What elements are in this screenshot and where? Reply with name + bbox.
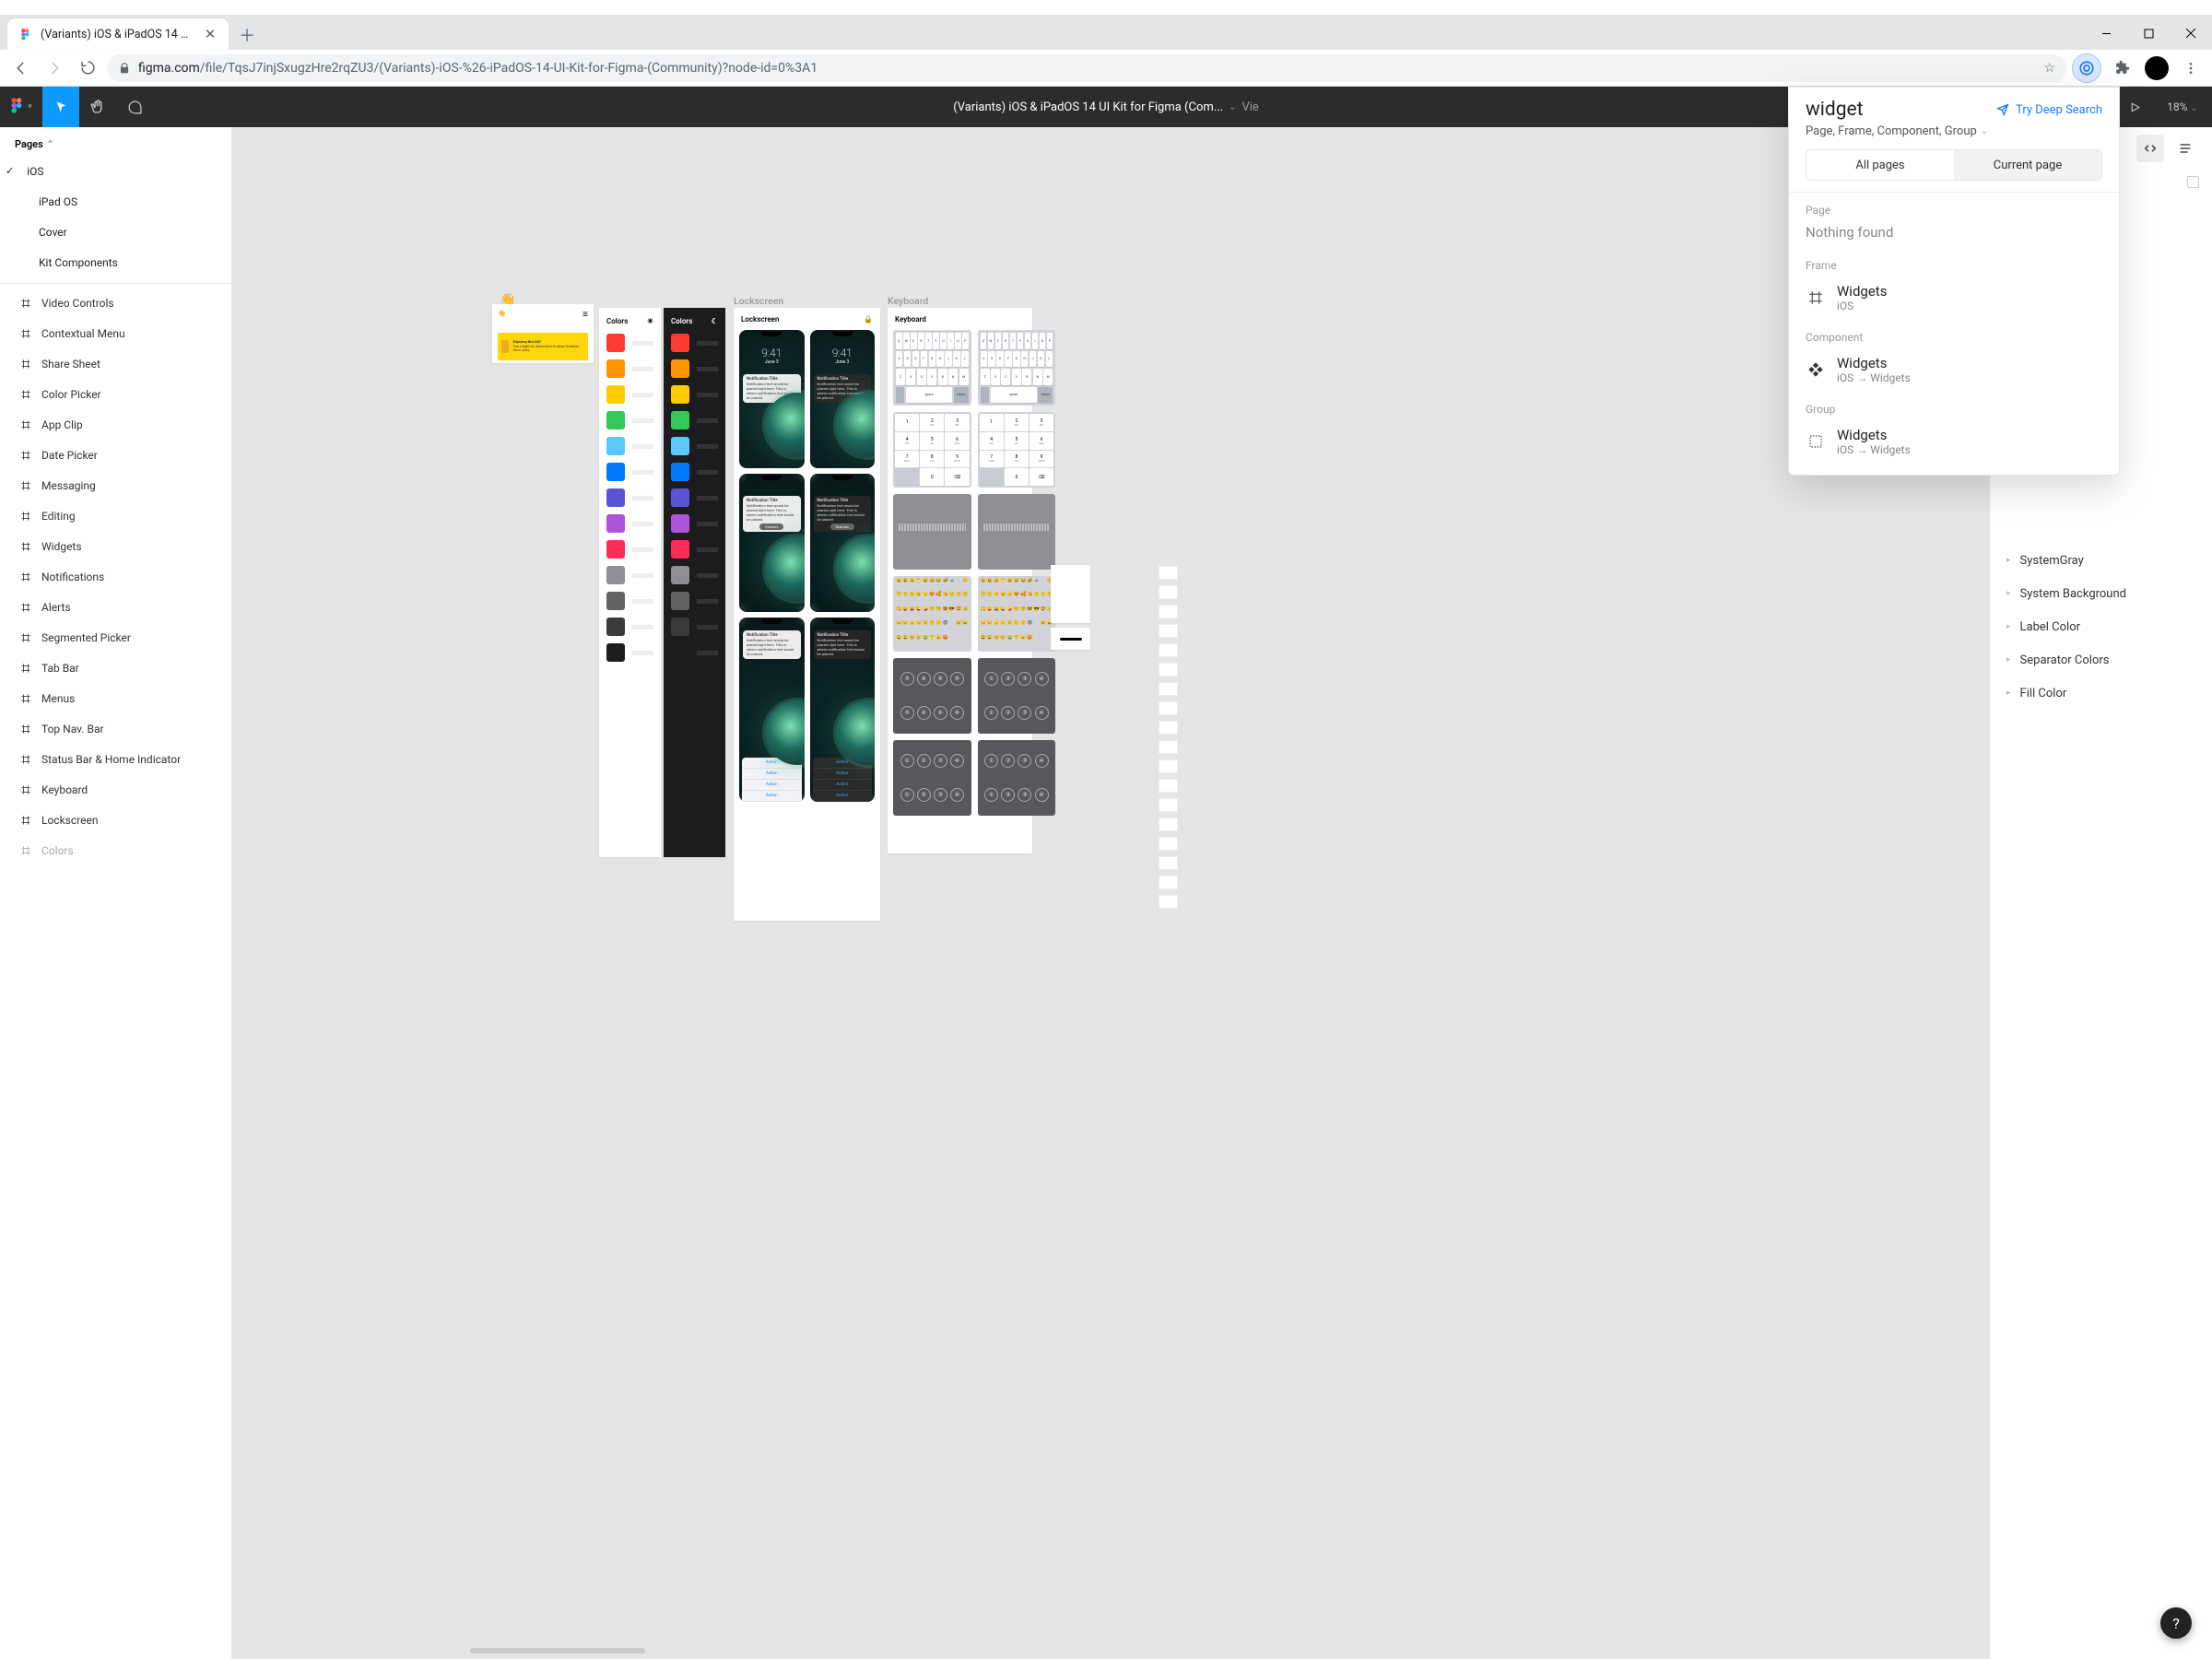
- figma-menu-button[interactable]: ▾: [0, 87, 42, 127]
- layer-editing[interactable]: Editing: [0, 500, 231, 531]
- forward-button[interactable]: [41, 54, 68, 82]
- reload-button[interactable]: [74, 54, 101, 82]
- deep-search-link[interactable]: Try Deep Search: [1995, 102, 2102, 117]
- layer-lockscreen[interactable]: Lockscreen: [0, 805, 231, 835]
- layer-alerts[interactable]: Alerts: [0, 592, 231, 622]
- component-icon: [1806, 359, 1826, 380]
- result-group-widgets[interactable]: WidgetsiOS → Widgets: [1789, 419, 2119, 464]
- layer-top-nav-bar[interactable]: Top Nav. Bar: [0, 713, 231, 744]
- search-filter[interactable]: Page, Frame, Component, Group⌄: [1789, 124, 2119, 147]
- new-tab-button[interactable]: ＋: [234, 22, 260, 48]
- style-separator-colors[interactable]: ▸Separator Colors: [1990, 643, 2212, 677]
- tab-current-page[interactable]: Current page: [1954, 150, 2101, 180]
- code-tab[interactable]: [2136, 135, 2164, 162]
- url-path: /file/TqsJ7injSxugzHre2rqZU3/(Variants)-…: [200, 61, 818, 76]
- layer-contextual-menu[interactable]: Contextual Menu: [0, 318, 231, 348]
- bookmark-icon[interactable]: ☆: [2043, 61, 2055, 76]
- move-tool[interactable]: [42, 87, 79, 127]
- frame-lockscreen[interactable]: Lockscreen Lockscreen🔒 9:41June 3Notific…: [734, 308, 880, 921]
- page-cover[interactable]: Cover: [0, 217, 231, 247]
- help-button[interactable]: ?: [2160, 1607, 2192, 1639]
- frame-intro[interactable]: 👋≡ Enjoying this kit?You might be intere…: [492, 304, 594, 363]
- group-page: Page: [1789, 200, 2119, 220]
- present-button[interactable]: [2117, 101, 2152, 113]
- frame-strip[interactable]: [1159, 566, 1178, 990]
- back-button[interactable]: [7, 54, 35, 82]
- frame-label-keyboard: Keyboard: [888, 295, 928, 307]
- list-tab[interactable]: [2171, 135, 2199, 162]
- extensions-icon[interactable]: [2107, 53, 2136, 83]
- browser-tabstrip: (Variants) iOS & iPadOS 14 UI Kit… ✕ ＋: [0, 15, 2212, 50]
- frame-label-lockscreen: Lockscreen: [734, 295, 783, 307]
- chrome-menu-button[interactable]: [2177, 54, 2205, 82]
- layer-date-picker[interactable]: Date Picker: [0, 440, 231, 470]
- layer-color-picker[interactable]: Color Picker: [0, 379, 231, 409]
- browser-toolbar: figma.com/file/TqsJ7injSxugzHre2rqZU3/(V…: [0, 50, 2212, 87]
- group-icon: [1806, 431, 1826, 452]
- layer-video-controls[interactable]: Video Controls: [0, 288, 231, 318]
- layer-messaging[interactable]: Messaging: [0, 470, 231, 500]
- profile-avatar[interactable]: [2142, 53, 2171, 83]
- comment-tool[interactable]: [116, 87, 153, 127]
- figma-favicon: [18, 27, 33, 41]
- style-label-color[interactable]: ▸Label Color: [1990, 610, 2212, 643]
- canvas[interactable]: 👋 👋≡ Enjoying this kit?You might be inte…: [232, 127, 1989, 1659]
- lock-icon: 🔒: [864, 315, 873, 324]
- search-query[interactable]: widget: [1806, 99, 1864, 121]
- page-kit-components[interactable]: Kit Components: [0, 247, 231, 277]
- tab-all-pages[interactable]: All pages: [1806, 150, 1954, 180]
- pages-header[interactable]: Pages⌃: [0, 127, 231, 156]
- style-system-background[interactable]: ▸System Background: [1990, 577, 2212, 610]
- lock-icon: [118, 62, 131, 75]
- frame-thumb-small[interactable]: [1051, 628, 1090, 650]
- layer-notifications[interactable]: Notifications: [0, 561, 231, 592]
- layer-tab-bar[interactable]: Tab Bar: [0, 653, 231, 683]
- layer-app-clip[interactable]: App Clip: [0, 409, 231, 440]
- page-ios[interactable]: iOS: [0, 156, 231, 186]
- zoom-level[interactable]: 18% ⌄: [2159, 100, 2205, 113]
- search-popover: widget Try Deep Search Page, Frame, Comp…: [1788, 87, 2120, 476]
- close-window-button[interactable]: [2170, 15, 2212, 52]
- nothing-found: Nothing found: [1789, 220, 2119, 244]
- intro-heading: Enjoying this kit?: [512, 339, 541, 344]
- frame-thumb[interactable]: [1051, 565, 1090, 623]
- result-frame-widgets[interactable]: WidgetsiOS: [1789, 276, 2119, 320]
- layer-segmented-picker[interactable]: Segmented Picker: [0, 622, 231, 653]
- group-component: Component: [1789, 327, 2119, 347]
- layer-menus[interactable]: Menus: [0, 683, 231, 713]
- address-bar[interactable]: figma.com/file/TqsJ7injSxugzHre2rqZU3/(V…: [107, 54, 2066, 82]
- url-host: figma.com: [138, 61, 200, 76]
- result-component-widgets[interactable]: WidgetsiOS → Widgets: [1789, 347, 2119, 392]
- tab-title: (Variants) iOS & iPadOS 14 UI Kit…: [41, 28, 195, 41]
- maximize-button[interactable]: [2127, 15, 2170, 52]
- frame-colors-dark[interactable]: Colors☾: [664, 308, 725, 857]
- frame-keyboard[interactable]: Keyboard Keyboard QWERTYUIOPASDFGHJKLZXC…: [888, 308, 1032, 853]
- horizontal-scrollbar[interactable]: [470, 1648, 645, 1653]
- hand-tool[interactable]: [79, 87, 116, 127]
- frame-icon: [1806, 288, 1826, 308]
- page-ipad-os[interactable]: iPad OS: [0, 186, 231, 217]
- layer-status-bar-home-indicator[interactable]: Status Bar & Home Indicator: [0, 744, 231, 774]
- moon-icon: ☾: [712, 317, 718, 325]
- left-panel: Pages⌃ iOSiPad OSCoverKit Components Vid…: [0, 127, 232, 1659]
- frame-colors-light[interactable]: Colors ☀: [599, 308, 661, 857]
- minimize-button[interactable]: [2085, 15, 2127, 52]
- sun-icon: ☀: [647, 317, 653, 325]
- search-scope-tabs: All pages Current page: [1806, 149, 2102, 181]
- colors-header: Colors: [606, 317, 628, 325]
- checkbox[interactable]: [2187, 176, 2199, 188]
- layer-widgets[interactable]: Widgets: [0, 531, 231, 561]
- layer-share-sheet[interactable]: Share Sheet: [0, 348, 231, 379]
- layer-keyboard[interactable]: Keyboard: [0, 774, 231, 805]
- window-controls: [2085, 15, 2212, 52]
- close-tab-icon[interactable]: ✕: [203, 27, 218, 41]
- layer-colors[interactable]: Colors: [0, 835, 231, 865]
- group-group: Group: [1789, 399, 2119, 419]
- browser-tab[interactable]: (Variants) iOS & iPadOS 14 UI Kit… ✕: [7, 18, 229, 50]
- style-fill-color[interactable]: ▸Fill Color: [1990, 677, 2212, 710]
- group-frame: Frame: [1789, 255, 2119, 276]
- style-systemgray[interactable]: ▸SystemGray: [1990, 544, 2212, 577]
- extension-active-icon[interactable]: [2072, 53, 2101, 83]
